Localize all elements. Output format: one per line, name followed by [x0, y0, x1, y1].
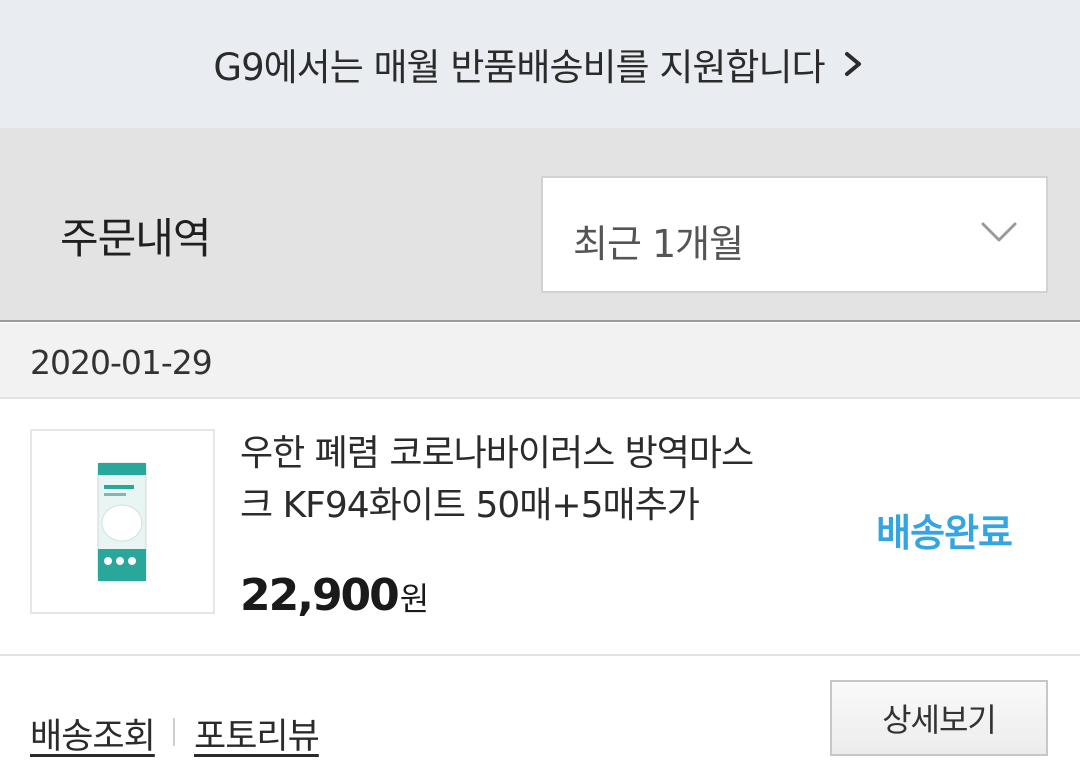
price-value: 22,900	[240, 570, 400, 621]
order-actions: 배송조회 포토리뷰 상세보기	[0, 658, 1080, 778]
order-date: 2020-01-29	[30, 343, 213, 382]
product-thumbnail[interactable]	[30, 429, 215, 614]
order-detail-button[interactable]: 상세보기	[830, 680, 1048, 756]
delivery-status-badge: 배송완료	[876, 511, 1013, 555]
order-date-header: 2020-01-29	[0, 323, 1080, 399]
period-select[interactable]: 최근 1개월	[541, 176, 1048, 293]
banner-text: G9에서는 매월 반품배송비를 지원합니다	[213, 46, 825, 89]
page-title: 주문내역	[60, 214, 212, 263]
product-price: 22,900 원	[240, 570, 429, 621]
order-filter-bar: 주문내역 최근 1개월	[0, 128, 1080, 322]
mask-package-image	[97, 462, 147, 582]
order-item: 우한 폐렴 코로나바이러스 방역마스크 KF94화이트 50매+5매추가 22,…	[0, 400, 1080, 656]
product-name[interactable]: 우한 폐렴 코로나바이러스 방역마스크 KF94화이트 50매+5매추가	[240, 428, 780, 532]
period-select-value: 최근 1개월	[573, 222, 744, 266]
photo-review-link[interactable]: 포토리뷰	[194, 708, 320, 759]
price-currency: 원	[399, 580, 430, 618]
track-delivery-link[interactable]: 배송조회	[30, 708, 156, 759]
chevron-down-icon	[981, 222, 1017, 242]
link-divider	[173, 718, 175, 746]
return-shipping-banner[interactable]: G9에서는 매월 반품배송비를 지원합니다	[0, 0, 1080, 128]
chevron-right-icon	[844, 52, 861, 76]
